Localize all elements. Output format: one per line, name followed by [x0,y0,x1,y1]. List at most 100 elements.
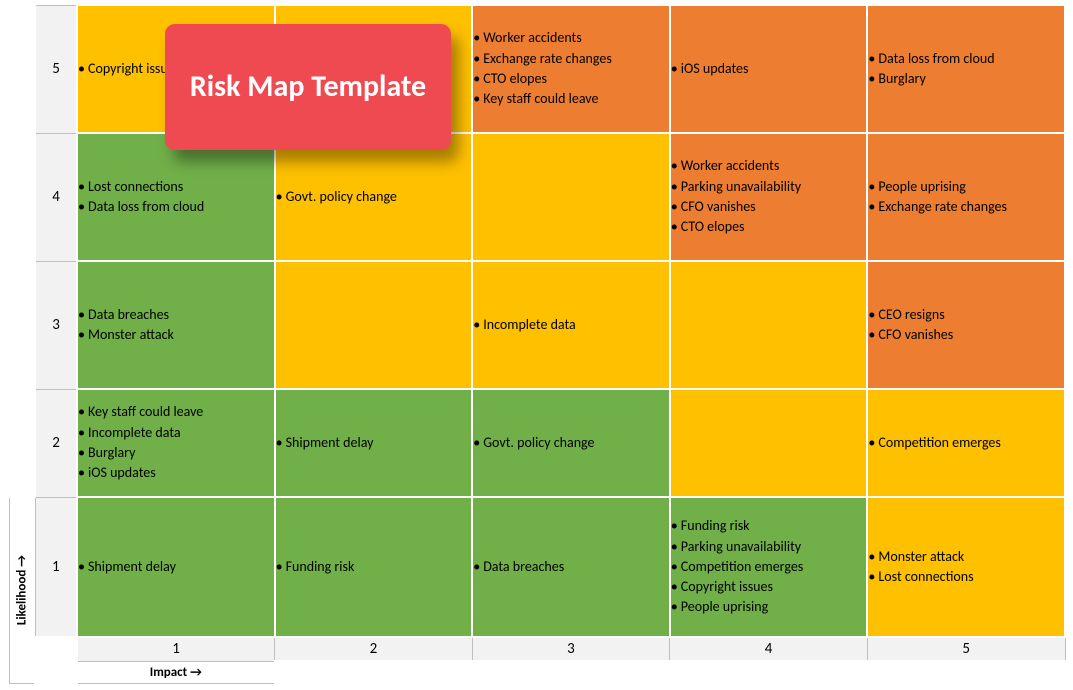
risk-cell: Lost connectionsData loss from cloud [77,133,275,261]
x-axis-label: Impact → [77,661,275,683]
risk-cell: People uprisingExchange rate changes [867,133,1065,261]
title-card: Risk Map Template [165,24,451,150]
risk-item: Funding risk [276,557,472,577]
risk-list: Incomplete data [473,315,669,335]
row-header: 5 [35,5,77,133]
risk-list: Worker accidentsExchange rate changesCTO… [473,28,669,109]
row-header: 4 [35,133,77,261]
corner-blank [9,261,35,389]
risk-cell: Govt. policy change [275,133,473,261]
risk-list: Govt. policy change [276,187,472,207]
risk-cell: Funding riskParking unavailabilityCompet… [670,497,868,637]
risk-cell: Funding risk [275,497,473,637]
row-header: 2 [35,389,77,497]
risk-item: Data breaches [78,305,274,325]
risk-cell: Key staff could leaveIncomplete dataBurg… [77,389,275,497]
blank [275,661,473,683]
risk-cell: Incomplete data [472,261,670,389]
blank [472,661,670,683]
risk-item: Data breaches [473,557,669,577]
risk-item: Burglary [78,443,274,463]
risk-item: Govt. policy change [473,433,669,453]
risk-item: Worker accidents [473,28,669,48]
risk-cell: CEO resignsCFO vanishes [867,261,1065,389]
risk-item: Burglary [868,69,1064,89]
risk-item: Monster attack [78,325,274,345]
col-header: 4 [670,637,868,661]
risk-list: CEO resignsCFO vanishes [868,305,1064,346]
col-header: 5 [867,637,1065,661]
risk-cell: Worker accidentsExchange rate changesCTO… [472,5,670,133]
risk-item: Worker accidents [671,156,867,176]
risk-item: Exchange rate changes [473,49,669,69]
risk-list: Funding riskParking unavailabilityCompet… [671,516,867,617]
risk-cell: Monster attackLost connections [867,497,1065,637]
risk-item: Copyright issues [671,577,867,597]
risk-list: Shipment delay [78,557,274,577]
risk-list: Worker accidentsParking unavailabilityCF… [671,156,867,237]
risk-item: iOS updates [671,59,867,79]
blank [670,661,868,683]
risk-item: Competition emerges [671,557,867,577]
risk-item: Govt. policy change [276,187,472,207]
risk-cell: Shipment delay [77,497,275,637]
risk-list: Govt. policy change [473,433,669,453]
risk-item: Key staff could leave [473,89,669,109]
risk-item: CEO resigns [868,305,1064,325]
col-header: 1 [77,637,275,661]
risk-list: Funding risk [276,557,472,577]
risk-item: Exchange rate changes [868,197,1064,217]
risk-cell [275,261,473,389]
risk-list: Key staff could leaveIncomplete dataBurg… [78,402,274,483]
risk-item: Funding risk [671,516,867,536]
risk-cell: iOS updates [670,5,868,133]
risk-cell: Data breachesMonster attack [77,261,275,389]
row-header: 3 [35,261,77,389]
y-axis-label-cell: Likelihood → [9,497,35,683]
risk-cell: Worker accidentsParking unavailabilityCF… [670,133,868,261]
risk-item: Lost connections [868,567,1064,587]
risk-item: CFO vanishes [868,325,1064,345]
risk-cell [472,133,670,261]
risk-cell: Shipment delay [275,389,473,497]
title-card-text: Risk Map Template [190,68,426,106]
risk-item: Data loss from cloud [868,49,1064,69]
risk-list: Data breachesMonster attack [78,305,274,346]
risk-item: Parking unavailability [671,537,867,557]
risk-item: Key staff could leave [78,402,274,422]
risk-item: Shipment delay [276,433,472,453]
risk-cell: Competition emerges [867,389,1065,497]
risk-list: Competition emerges [868,433,1064,453]
risk-cell: Data loss from cloudBurglary [867,5,1065,133]
blank [867,661,1065,683]
risk-list: Shipment delay [276,433,472,453]
risk-item: CFO vanishes [671,197,867,217]
risk-item: People uprising [868,177,1064,197]
risk-item: CTO elopes [671,217,867,237]
risk-item: Competition emerges [868,433,1064,453]
corner-blank [35,637,77,661]
risk-item: Incomplete data [473,315,669,335]
risk-item: Parking unavailability [671,177,867,197]
risk-cell [670,389,868,497]
risk-cell: Data breaches [472,497,670,637]
risk-list: Data breaches [473,557,669,577]
corner-blank [9,5,35,133]
risk-item: Monster attack [868,547,1064,567]
row-header: 1 [35,497,77,637]
risk-list: Lost connectionsData loss from cloud [78,177,274,218]
risk-list: Monster attackLost connections [868,547,1064,588]
risk-item: Lost connections [78,177,274,197]
risk-item: Shipment delay [78,557,274,577]
corner-blank [9,133,35,261]
risk-list: iOS updates [671,59,867,79]
risk-item: People uprising [671,597,867,617]
risk-list: Data loss from cloudBurglary [868,49,1064,90]
risk-list: People uprisingExchange rate changes [868,177,1064,218]
risk-item: CTO elopes [473,69,669,89]
corner-blank [35,661,77,683]
risk-item: Data loss from cloud [78,197,274,217]
risk-cell [670,261,868,389]
corner-blank [9,389,35,497]
risk-item: iOS updates [78,463,274,483]
